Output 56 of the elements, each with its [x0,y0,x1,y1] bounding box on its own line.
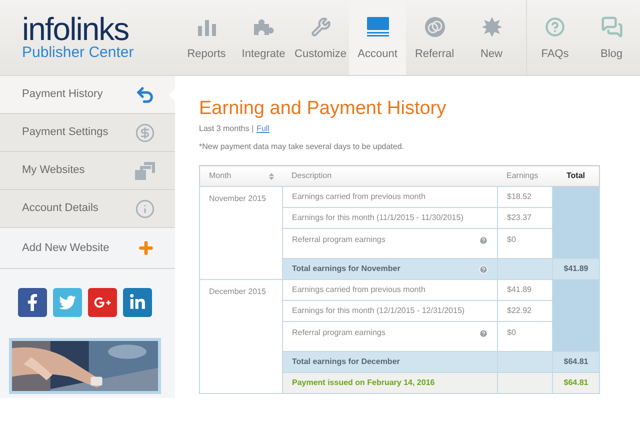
table-cell: November 2015 [200,186,282,280]
twitter-icon[interactable] [53,288,82,317]
nav-tab[interactable]: Blog [583,0,640,75]
table-cell: Total earnings for November [292,263,400,275]
chat-icon [600,16,622,38]
range-label: Last 3 months | [199,123,254,135]
sidebar-item[interactable]: Payment History [0,76,175,114]
google-plus-icon[interactable] [88,288,117,317]
update-note: *New payment data may take several days to be updated. [199,141,406,153]
starburst-icon [482,17,502,37]
facebook-icon[interactable] [18,288,47,317]
column-header: Earnings [498,166,552,186]
help-icon[interactable] [479,328,488,338]
full-link[interactable]: Full [256,123,270,135]
table-cell: $64.81 [552,372,600,394]
wrench-icon [310,17,330,37]
sidebar-item[interactable]: Payment Settings [0,114,175,152]
table-cell: Total earnings for December [292,356,400,368]
sidebar-item[interactable]: My Websites [0,152,175,190]
total-cell [552,186,600,208]
nav-tab[interactable]: FAQs [526,0,583,75]
sidebar-item[interactable]: Account Details [0,190,175,228]
puzzle-icon [252,18,276,36]
logo-subtitle: Publisher Center [22,44,135,62]
logo[interactable]: infolinks [22,14,178,44]
table-cell: Referral program earnings [292,234,386,246]
undo-arrow-icon [135,84,155,104]
sort-icon[interactable] [268,172,274,180]
table-cell: Earnings for this month (12/1/2015 - 12/31/2015) [292,305,465,317]
monitor-icon [366,17,388,37]
table-cell: Earnings for this month (11/1/2015 - 11/30/2015) [292,212,464,224]
help-icon[interactable] [479,236,488,244]
bar-chart-icon [196,18,216,36]
table-cell: Earnings carried from previous month [292,191,426,203]
table-cell: $18.52 [498,186,552,208]
help-icon[interactable] [479,264,488,274]
circles-icon [424,17,444,37]
nav-tab[interactable]: Reports [178,0,235,75]
table-cell: Earnings carried from previous month [292,284,426,296]
help-icon [545,17,565,37]
nav-tab[interactable]: New [463,0,520,75]
column-header: Description [282,166,498,186]
page-title: Earning and Payment History [199,98,448,120]
table-cell: Payment issued on February 14, 2016 [282,372,498,394]
column-header[interactable]: Month [200,166,282,186]
nav-tab[interactable]: Customize [292,0,349,75]
info-icon [135,198,155,218]
column-header: Total [552,166,600,186]
table-cell: December 2015 [200,280,282,394]
plus-icon [137,239,155,257]
linkedin-icon[interactable] [123,288,152,317]
nav-tab[interactable]: Integrate [235,0,292,75]
nav-tab[interactable]: Referral [406,0,463,75]
dollar-icon [135,122,155,142]
stacked-squares-icon [135,162,155,180]
table-cell: Referral program earnings [292,327,386,339]
